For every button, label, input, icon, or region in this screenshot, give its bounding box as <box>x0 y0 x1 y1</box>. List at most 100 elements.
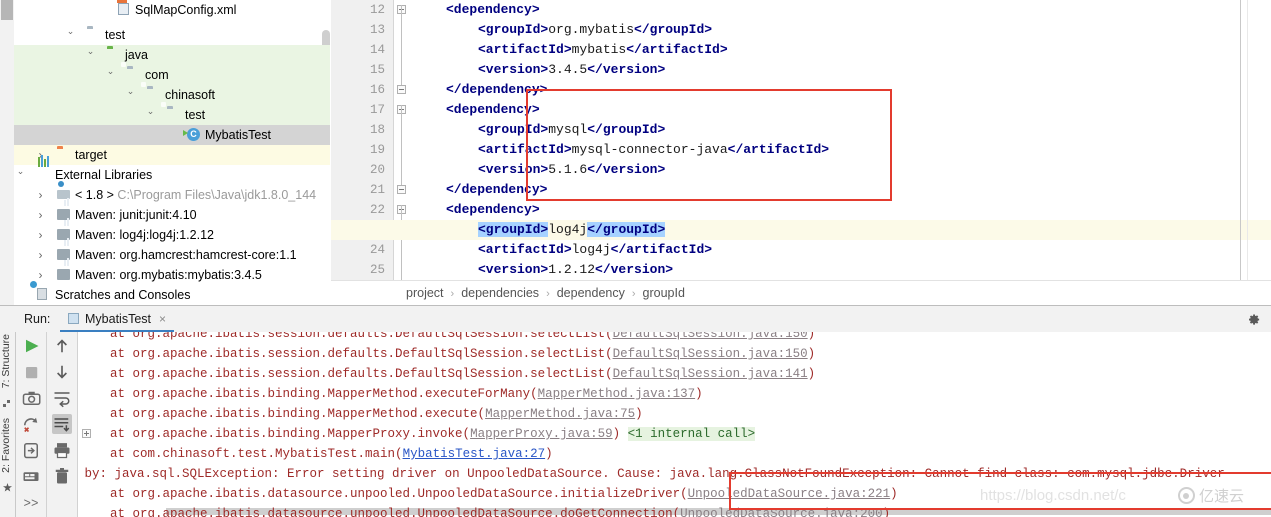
code-token: mybatis <box>571 42 627 57</box>
console-line[interactable]: at org.apache.ibatis.binding.MapperMetho… <box>110 384 703 404</box>
chevron-right-icon[interactable] <box>35 225 46 246</box>
chevron-down-icon[interactable] <box>15 165 26 185</box>
chevron-right-icon[interactable] <box>35 185 46 206</box>
arrow-up-icon[interactable] <box>52 336 72 356</box>
run-tab-bar: Run: MybatisTest × <box>0 306 1271 333</box>
chevron-right-icon[interactable] <box>35 245 46 266</box>
editor-scrollbar-track[interactable] <box>1247 0 1248 280</box>
stacktrace-file-link[interactable]: DefaultSqlSession.java:150 <box>613 347 808 361</box>
export-icon[interactable] <box>21 440 41 460</box>
tree-item-sqlmapconfig-xml[interactable]: <> SqlMapConfig.xml <box>14 0 330 20</box>
rerun-failed-icon[interactable] <box>21 414 41 434</box>
stacktrace-file-link[interactable]: MybatisTest.java:27 <box>403 447 546 461</box>
stop-icon[interactable] <box>21 362 41 382</box>
watermark-mark-icon <box>1178 487 1195 504</box>
stacktrace-file-link[interactable]: MapperMethod.java:75 <box>485 407 635 421</box>
breadcrumb-item[interactable]: dependencies <box>461 286 539 300</box>
tree-item-1-8[interactable]: < 1.8 > C:\Program Files\Java\jdk1.8.0_1… <box>14 181 330 206</box>
console-line[interactable]: at org.apache.ibatis.session.defaults.De… <box>110 364 815 384</box>
run-toolbar-primary[interactable]: >> <box>16 332 47 517</box>
tree-item-label: Maven: org.mybatis:mybatis:3.4.5 <box>75 268 262 282</box>
code-token: <groupId> <box>478 22 549 37</box>
console-line[interactable]: at org.apache.ibatis.session.defaults.De… <box>110 344 815 364</box>
run-toolbar-secondary[interactable] <box>47 332 78 517</box>
console-line[interactable]: at com.chinasoft.test.MybatisTest.main(M… <box>110 444 553 464</box>
code-token: <version> <box>478 262 549 277</box>
stacktrace-file-link[interactable]: DefaultSqlSession.java:150 <box>613 332 808 341</box>
code-line[interactable]: <artifactId>mybatis</artifactId> <box>478 40 728 60</box>
code-line[interactable]: <dependency> <box>446 0 540 20</box>
console-text: at org.apache.ibatis.session.defaults.De… <box>110 347 613 361</box>
line-number: 18 <box>369 123 385 137</box>
breadcrumb-item[interactable]: dependency <box>557 286 625 300</box>
print-icon[interactable] <box>52 440 72 460</box>
line-number: 25 <box>369 263 385 277</box>
code-line[interactable]: <version>1.2.12</version> <box>478 260 673 280</box>
tree-item-target[interactable]: target <box>14 145 330 165</box>
tree-item-mybatistest[interactable]: C MybatisTest <box>14 125 330 145</box>
console-text: ) <box>612 427 628 441</box>
editor-code-area[interactable]: <dependency> <groupId>org.mybatis</groupI… <box>331 0 1271 280</box>
tree-item-test[interactable]: test <box>14 102 330 125</box>
code-token: </version> <box>595 262 674 277</box>
soft-wrap-icon[interactable] <box>52 388 72 408</box>
tree-item-test[interactable]: test <box>14 22 330 45</box>
trash-icon[interactable] <box>52 466 72 486</box>
fold-toggle-icon[interactable] <box>397 85 406 94</box>
gear-icon[interactable] <box>1246 312 1261 327</box>
code-line[interactable]: <artifactId>log4j</artifactId> <box>478 240 712 260</box>
camera-icon[interactable] <box>21 388 41 408</box>
arrow-down-icon[interactable] <box>52 362 72 382</box>
left-tool-rail-top <box>0 0 15 305</box>
console-line[interactable]: at org.apache.ibatis.binding.MapperProxy… <box>110 424 756 444</box>
line-number: 20 <box>369 163 385 177</box>
code-line[interactable]: <dependency> <box>446 200 540 220</box>
stacktrace-file-link[interactable]: DefaultSqlSession.java:141 <box>613 367 808 381</box>
run-tab-mybatistest[interactable]: MybatisTest × <box>60 306 175 332</box>
console-fold-toggle-icon[interactable] <box>82 429 91 438</box>
chevron-down-icon[interactable] <box>105 65 116 85</box>
xml-editor[interactable]: 1213141516171819202122232425 <dependency… <box>331 0 1271 280</box>
breadcrumb-separator: › <box>450 288 455 300</box>
tool-window-button-7-structure[interactable]: 7: Structure <box>0 334 15 388</box>
layout-icon[interactable] <box>21 466 41 486</box>
code-token: </artifactId> <box>610 242 713 257</box>
console-text: <1 internal call> <box>627 427 756 441</box>
tree-item-maven-org-mybatis-mybatis-3-4-5[interactable]: Maven: org.mybatis:mybatis:3.4.5 <box>14 258 330 285</box>
run-icon[interactable] <box>21 336 41 356</box>
project-tree[interactable]: <> SqlMapConfig.xml test java com chinasoft te… <box>14 0 330 305</box>
tree-item-com[interactable]: com <box>14 62 330 85</box>
console-line[interactable]: at org.apache.ibatis.session.defaults.De… <box>110 332 815 344</box>
chevron-down-icon[interactable] <box>145 105 156 125</box>
tree-item-maven-log4j-log4j-1-2-12[interactable]: Maven: log4j:log4j:1.2.12 <box>14 218 330 246</box>
code-line[interactable]: <version>3.4.5</version> <box>478 60 665 80</box>
code-line[interactable]: <groupId>log4j</groupId> <box>478 220 666 240</box>
tree-item-label: SqlMapConfig.xml <box>135 3 237 17</box>
chevron-down-icon[interactable] <box>65 25 76 45</box>
close-icon[interactable]: × <box>159 312 166 326</box>
fold-toggle-icon[interactable] <box>397 185 406 194</box>
java-class-icon: C <box>183 128 201 142</box>
chevron-down-icon[interactable] <box>125 85 136 105</box>
breadcrumb-item[interactable]: project <box>406 286 444 300</box>
code-line[interactable]: <groupId>org.mybatis</groupId> <box>478 20 712 40</box>
breadcrumb-separator: › <box>546 288 550 300</box>
chevron-down-icon[interactable] <box>85 45 96 65</box>
tree-item-scratches-and-consoles[interactable]: Scratches and Consoles <box>14 280 330 305</box>
left-tool-window-bar[interactable]: 7: Structure 2: Favorites <box>0 332 16 517</box>
tree-item-maven-junit-junit-4-10[interactable]: Maven: junit:junit:4.10 <box>14 198 330 226</box>
stacktrace-file-link[interactable]: MapperMethod.java:137 <box>538 387 696 401</box>
expand-more-icon[interactable]: >> <box>21 492 41 512</box>
tool-window-button-2-favorites[interactable]: 2: Favorites <box>0 418 15 473</box>
rail-handle[interactable] <box>1 0 13 20</box>
scroll-to-end-icon[interactable] <box>52 414 72 434</box>
tree-item-java[interactable]: java <box>14 45 330 65</box>
stacktrace-file-link[interactable]: MapperProxy.java:59 <box>470 427 613 441</box>
breadcrumb[interactable]: project › dependencies › dependency › groupId <box>331 280 1271 306</box>
console-line[interactable]: at org.apache.ibatis.binding.MapperMetho… <box>110 404 643 424</box>
breadcrumb-item[interactable]: groupId <box>643 286 685 300</box>
tree-item-maven-org-hamcrest-hamcrest-core-1-1[interactable]: Maven: org.hamcrest:hamcrest-core:1.1 <box>14 238 330 266</box>
folder-gray-icon <box>141 82 161 102</box>
tree-item-chinasoft[interactable]: chinasoft <box>14 82 330 105</box>
chevron-right-icon[interactable] <box>35 205 46 226</box>
